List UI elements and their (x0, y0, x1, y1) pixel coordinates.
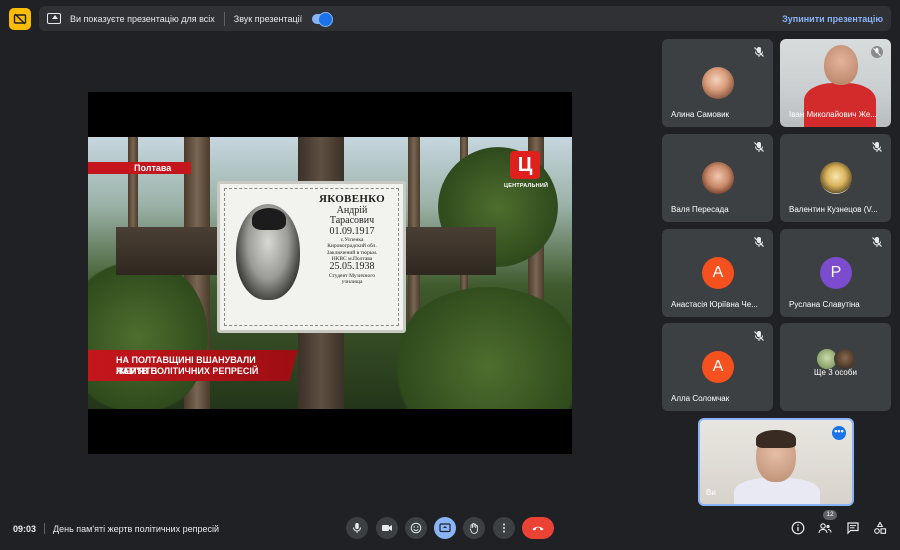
more-options-button[interactable] (493, 517, 515, 539)
presenting-banner: Ви показуєте презентацію для всіх Звук п… (39, 6, 891, 31)
plaque-portrait (236, 204, 300, 300)
more-vert-icon (503, 523, 505, 533)
presentation-scene: ЯКОВЕНКО Андрій Тарасович 01.09.1917 с.У… (88, 137, 572, 409)
presentation-sound-toggle[interactable] (312, 11, 334, 27)
people-icon (818, 523, 832, 534)
avatar: А (702, 351, 734, 383)
plaque-death-date: 25.05.1938 (329, 261, 375, 273)
emoji-icon (410, 522, 422, 534)
meeting-details-button[interactable] (790, 520, 806, 536)
mic-off-icon (754, 47, 764, 57)
participant-tile[interactable]: Іван Миколайович Же... (780, 39, 891, 127)
participant-tile[interactable]: Алина Самовик (662, 39, 773, 127)
meta-divider (44, 523, 46, 534)
hang-up-icon (532, 526, 544, 531)
participant-name: Іван Миколайович Же... (789, 110, 878, 119)
activities-icon (874, 521, 887, 534)
avatar (834, 348, 856, 370)
self-video (734, 478, 820, 504)
plaque-birth-date: 01.09.1917 (329, 225, 375, 237)
mic-off-icon (872, 142, 882, 152)
stop-presenting-button[interactable]: Зупинити презентацію (782, 14, 883, 24)
participant-tile[interactable]: Р Руслана Славутіна (780, 229, 891, 317)
microphone-button[interactable] (346, 517, 368, 539)
mic-off-icon (754, 142, 764, 152)
city-label: Полтава (134, 163, 172, 173)
participant-name: Валя Пересада (671, 205, 729, 214)
hand-icon (469, 523, 478, 534)
mic-off-icon (871, 46, 883, 58)
avatar: А (702, 257, 734, 289)
meeting-title: День пам'яті жертв політичних репресій (53, 523, 219, 534)
channel-name: ЦЕНТРАЛЬНИЙ (504, 183, 549, 189)
activities-button[interactable] (872, 520, 888, 536)
avatar (702, 67, 734, 99)
more-participants-label: Ще 3 особи (814, 368, 857, 377)
presenting-status-text: Ви показуєте презентацію для всіх (70, 13, 215, 24)
participant-name: Алина Самовик (671, 110, 730, 119)
reactions-button[interactable] (405, 517, 427, 539)
participant-count-badge: 12 (823, 510, 837, 520)
avatar (820, 162, 852, 194)
participant-name: Анастасія Юріївна Че... (671, 300, 758, 309)
participant-name: Валентин Кузнецов (V... (789, 205, 878, 214)
city-caption: Полтава (88, 162, 191, 174)
participant-video (824, 45, 858, 85)
avatar (702, 162, 734, 194)
chat-button[interactable] (845, 520, 861, 536)
info-icon (791, 521, 805, 535)
self-video (756, 430, 796, 482)
participant-name: Алла Соломчак (671, 394, 730, 403)
participant-tile[interactable]: Валентин Кузнецов (V... (780, 134, 891, 222)
presentation-sound-label: Звук презентації (233, 13, 303, 24)
memorial-plaque: ЯКОВЕНКО Андрій Тарасович 01.09.1917 с.У… (217, 181, 406, 333)
participant-video (804, 83, 876, 127)
self-name: Ви (706, 488, 716, 497)
more-participants-tile[interactable]: Ще 3 особи (780, 323, 891, 411)
mic-off-icon (754, 331, 764, 341)
present-screen-icon (439, 523, 451, 533)
more-participants-avatars (816, 348, 856, 370)
presentation-video: ЯКОВЕНКО Андрій Тарасович 01.09.1917 с.У… (88, 92, 572, 454)
raise-hand-button[interactable] (463, 517, 485, 539)
participant-tile[interactable]: Валя Пересада (662, 134, 773, 222)
participant-name: Руслана Славутіна (789, 300, 860, 309)
present-screen-icon (47, 13, 61, 24)
avatar: Р (820, 257, 852, 289)
self-view-tile[interactable]: ••• Ви (698, 418, 854, 506)
mic-off-icon (754, 237, 764, 247)
headline-line-2: ЖЕРТВ ПОЛІТИЧНИХ РЕПРЕСІЙ (116, 366, 259, 376)
plaque-surname: ЯКОВЕНКО (318, 193, 386, 205)
participant-tile[interactable]: А Анастасія Юріївна Че... (662, 229, 773, 317)
end-call-button[interactable] (522, 517, 554, 539)
camera-icon (382, 525, 392, 531)
meeting-time: 09:03 (13, 523, 37, 534)
news-headline-bar: НА ПОЛТАВЩИНІ ВШАНУВАЛИ ПАМ'ЯТЬ ЖЕРТВ ПО… (88, 350, 298, 381)
present-button[interactable] (434, 517, 456, 539)
participant-tile[interactable]: А Алла Соломчак (662, 323, 773, 411)
chat-icon (847, 522, 859, 535)
camera-button[interactable] (376, 517, 398, 539)
microphone-icon (353, 523, 361, 533)
mic-off-icon (872, 237, 882, 247)
meeting-info: 09:03 День пам'яті жертв політичних репр… (13, 523, 219, 534)
participants-button[interactable] (817, 520, 833, 536)
more-options-icon[interactable]: ••• (832, 426, 846, 440)
plaque-line: училища (341, 279, 363, 286)
presenting-indicator-icon (9, 8, 31, 30)
banner-divider (223, 11, 225, 26)
plaque-text: ЯКОВЕНКО Андрій Тарасович 01.09.1917 с.У… (306, 193, 398, 286)
plaque-patronymic: Тарасович (329, 215, 375, 227)
channel-logo: Ц (510, 151, 540, 179)
